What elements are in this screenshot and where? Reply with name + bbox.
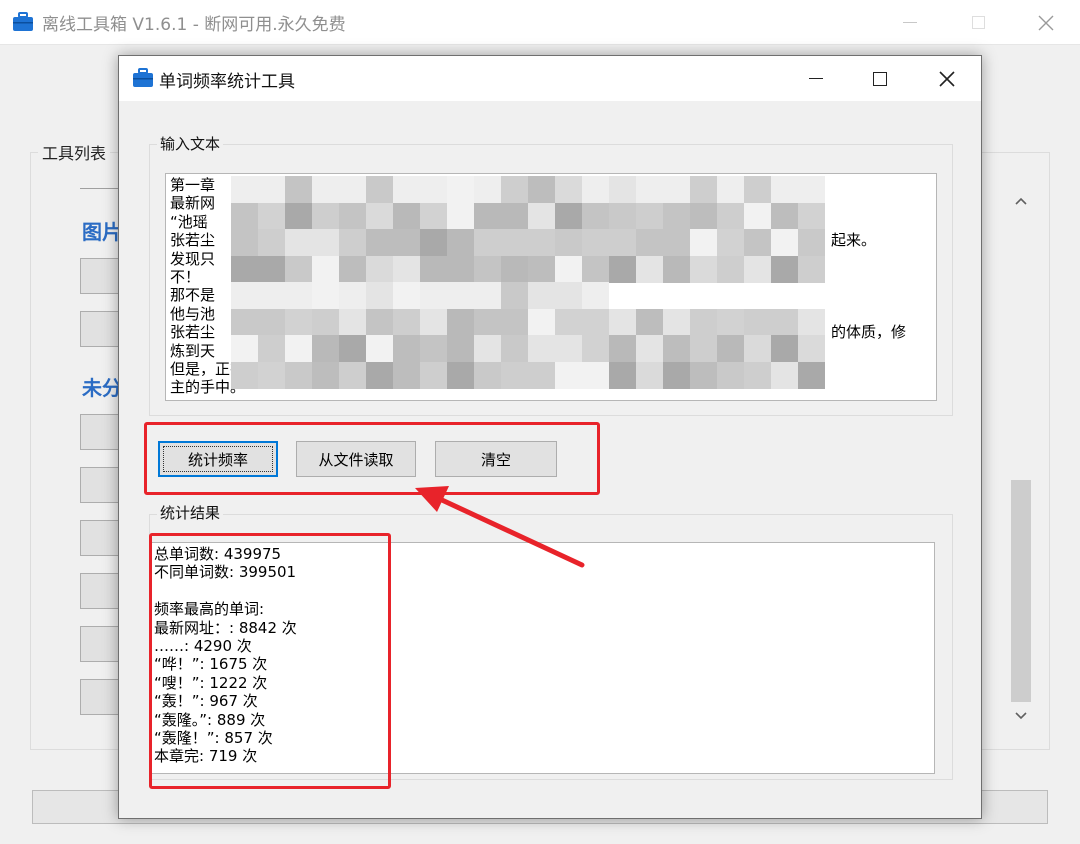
separator	[80, 188, 120, 189]
scrollbar-thumb[interactable]	[1011, 480, 1031, 702]
input-text-label: 输入文本	[157, 133, 224, 154]
scroll-down-button[interactable]	[1008, 703, 1034, 729]
input-text-fragment: 的体质，修	[831, 321, 907, 342]
highlight-box-results	[149, 533, 391, 789]
main-window-titlebar: 离线工具箱 V1.6.1 - 断网可用.永久免费	[0, 0, 1080, 45]
word-frequency-dialog: 单词频率统计工具 输入文本 第一章 最新网 “池瑶 张若尘 发现只 不！ 那不是 他与池 张若尘…	[118, 55, 982, 819]
minimize-icon	[809, 78, 823, 79]
dialog-minimize-button[interactable]	[785, 56, 847, 101]
toolbox-icon	[133, 68, 153, 87]
maximize-icon	[873, 71, 887, 86]
category-heading-uncategorized: 未分	[82, 376, 122, 400]
close-icon	[1038, 15, 1054, 30]
main-maximize-button[interactable]	[948, 0, 1008, 45]
main-window-title: 离线工具箱 V1.6.1 - 断网可用.永久免费	[42, 15, 346, 35]
maximize-icon	[971, 16, 985, 29]
chevron-up-icon	[1015, 197, 1027, 205]
scroll-up-button[interactable]	[1008, 188, 1034, 214]
input-text-fragment: 起来。	[831, 229, 877, 250]
tool-list-label: 工具列表	[38, 140, 111, 164]
close-icon	[939, 70, 955, 87]
arrow-annotation	[415, 486, 585, 568]
minimize-icon	[903, 22, 917, 23]
dialog-title: 单词频率统计工具	[159, 72, 295, 92]
main-close-button[interactable]	[1016, 0, 1076, 45]
toolbox-icon	[13, 12, 33, 31]
main-minimize-button[interactable]	[880, 0, 940, 45]
dialog-close-button[interactable]	[916, 56, 978, 101]
dialog-titlebar: 单词频率统计工具	[119, 56, 981, 101]
result-label: 统计结果	[157, 502, 224, 523]
category-heading-image: 图片	[82, 220, 122, 244]
dialog-maximize-button[interactable]	[849, 56, 911, 101]
chevron-down-icon	[1015, 712, 1027, 720]
